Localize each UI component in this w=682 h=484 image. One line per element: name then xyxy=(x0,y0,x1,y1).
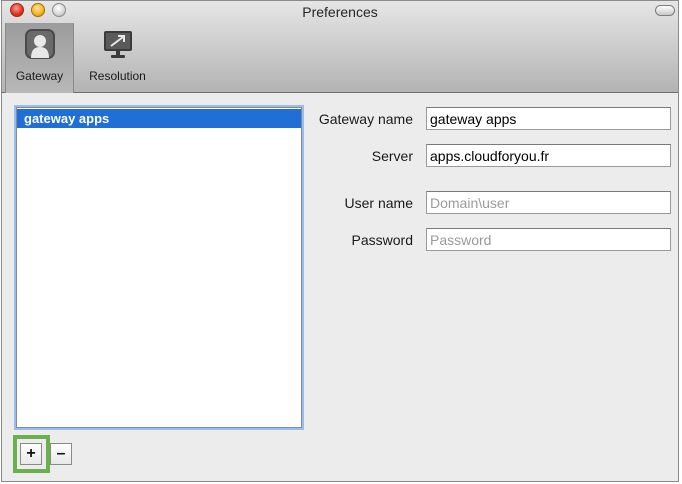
user-name-field[interactable] xyxy=(426,191,671,214)
title-bar: Preferences Gateway Resolution xyxy=(2,1,678,93)
toolbar-tab-gateway[interactable]: Gateway xyxy=(5,23,74,93)
user-name-label: User name xyxy=(344,195,413,211)
gateway-icon xyxy=(24,29,55,59)
server-field[interactable] xyxy=(426,144,671,167)
monitor-icon xyxy=(103,31,132,58)
gateway-name-label: Gateway name xyxy=(318,111,413,127)
gateway-list[interactable]: gateway apps xyxy=(16,107,302,428)
add-gateway-button[interactable]: + xyxy=(20,443,42,465)
toolbar-tab-resolution[interactable]: Resolution xyxy=(81,23,154,93)
window-title: Preferences xyxy=(302,4,378,20)
server-label: Server xyxy=(371,148,413,164)
toolbar-toggle-button[interactable] xyxy=(655,5,675,16)
password-field[interactable] xyxy=(426,228,671,251)
toolbar-tab-resolution-label: Resolution xyxy=(89,69,146,83)
gateway-name-field[interactable] xyxy=(426,107,671,130)
password-label: Password xyxy=(351,232,413,248)
preferences-window: Preferences Gateway Resolution gateway a… xyxy=(1,0,679,482)
list-item[interactable]: gateway apps xyxy=(17,109,301,128)
toolbar-tab-gateway-label: Gateway xyxy=(15,69,64,83)
remove-gateway-button[interactable]: – xyxy=(50,443,72,465)
